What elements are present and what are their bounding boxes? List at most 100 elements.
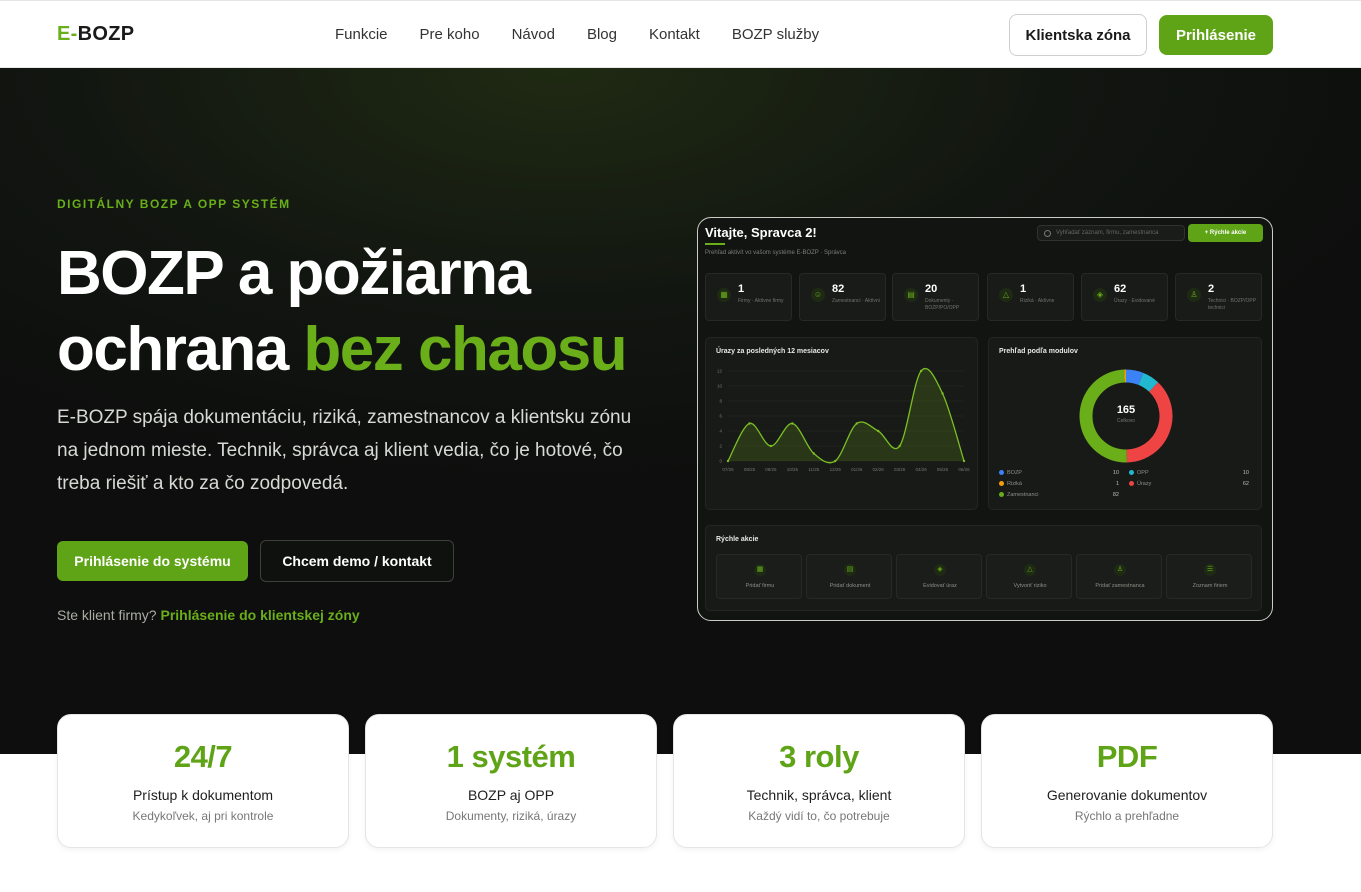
y-tick-label: 0 xyxy=(719,459,722,464)
feature-title: Technik, správca, klient xyxy=(746,787,892,803)
y-tick-label: 10 xyxy=(717,384,723,389)
nav-links: Funkcie Pre koho Návod Blog Kontakt BOZP… xyxy=(335,26,851,43)
stat-value: 2 xyxy=(1208,283,1215,295)
login-button[interactable]: Prihlásenie xyxy=(1159,15,1273,55)
top-navbar: E-BOZP Funkcie Pre koho Návod Blog Konta… xyxy=(0,0,1361,68)
stat-card-risks[interactable]: △ 1 Riziká · Aktívne xyxy=(987,273,1074,321)
feature-title: BOZP aj OPP xyxy=(467,787,555,803)
feature-subtitle: Dokumenty, riziká, úrazy xyxy=(445,809,577,823)
warning-icon: △ xyxy=(1024,564,1036,576)
nav-link-navod[interactable]: Návod xyxy=(512,26,555,43)
feature-value: 24/7 xyxy=(173,739,233,774)
area-fill xyxy=(728,368,964,463)
quick-actions-button[interactable]: + Rýchle akcie xyxy=(1188,224,1263,242)
x-tick-label: 07/25 xyxy=(722,467,734,472)
legend-item: BOZP 10 xyxy=(999,470,1119,476)
feature-card-pdf: PDF Generovanie dokumentov Rýchlo a preh… xyxy=(981,714,1273,848)
legend-value: 1 xyxy=(1115,481,1119,487)
y-tick-label: 4 xyxy=(719,429,722,434)
client-note-text: Ste klient firmy? xyxy=(57,607,157,623)
x-tick-label: 02/26 xyxy=(873,467,885,472)
stat-value: 82 xyxy=(832,283,845,295)
stat-value: 1 xyxy=(1020,283,1027,295)
x-tick-label: 11/25 xyxy=(808,467,819,472)
user-icon: ♙ xyxy=(1114,564,1126,576)
legend-value: 82 xyxy=(1112,492,1119,498)
nav-link-bozp-sluzby[interactable]: BOZP služby xyxy=(732,26,819,43)
legend-dot xyxy=(1129,470,1134,476)
stat-label: Dokumenty · BOZP/PO/OPP xyxy=(925,298,960,311)
stat-card-documents[interactable]: ▤ 20 Dokumenty · BOZP/PO/OPP xyxy=(892,273,979,321)
data-point xyxy=(898,444,901,448)
hero-section: DIGITÁLNY BOZP A OPP SYSTÉM BOZP a požia… xyxy=(0,68,1361,754)
quick-action-label: Evidovať úraz xyxy=(923,583,957,589)
user-icon: ♙ xyxy=(1187,288,1201,302)
legend-item: Riziká 1 xyxy=(999,481,1119,487)
building-icon: ▦ xyxy=(754,564,766,576)
x-tick-label: 03/26 xyxy=(894,467,906,472)
legend-item: OPP 10 xyxy=(1129,470,1249,476)
data-point xyxy=(834,459,837,463)
quick-action-label: Vytvoriť riziko xyxy=(1013,583,1047,589)
quick-action-label: Pridať dokument xyxy=(829,583,871,589)
feature-subtitle: Rýchlo a prehľadne xyxy=(1074,809,1180,823)
quick-action-record-injury[interactable]: ◈ Evidovať úraz xyxy=(896,554,982,599)
client-zone-link[interactable]: Prihlásenie do klientskej zóny xyxy=(160,607,359,623)
donut-slice xyxy=(1138,372,1159,392)
logo[interactable]: E-BOZP xyxy=(57,23,134,46)
data-point xyxy=(812,452,816,455)
stat-value: 1 xyxy=(738,283,745,295)
legend-label: Zamestnanci xyxy=(1007,492,1039,498)
donut-total-label: Celkovo xyxy=(1116,418,1136,424)
shield-icon: ◈ xyxy=(1093,288,1107,302)
hero-title-line2: ochrana xyxy=(57,315,304,384)
nav-link-funkcie[interactable]: Funkcie xyxy=(335,26,388,43)
stat-label: Technici · BOZP/OPP technici xyxy=(1208,298,1256,311)
quick-action-create-risk[interactable]: △ Vytvoriť riziko xyxy=(986,554,1072,599)
x-tick-label: 06/26 xyxy=(958,467,970,472)
dashboard-subtitle: Prehľad aktivít vo vašom systéme E-BOZP … xyxy=(705,250,847,256)
x-tick-label: 10/25 xyxy=(787,467,799,472)
hero-title-accent: bez chaosu xyxy=(303,315,627,384)
dashboard-preview: Vitajte, Spravca 2! Prehľad aktivít vo v… xyxy=(697,217,1273,621)
people-icon: ☺ xyxy=(811,288,825,302)
quick-action-label: Pridať firmu xyxy=(745,583,775,589)
system-login-button[interactable]: Prihlásenie do systému xyxy=(57,541,248,581)
stat-card-technicians[interactable]: ♙ 2 Technici · BOZP/OPP technici xyxy=(1175,273,1262,321)
stat-card-employees[interactable]: ☺ 82 Zamestnanci · Aktívni xyxy=(799,273,886,321)
legend-item: Zamestnanci 82 xyxy=(999,492,1119,498)
quick-action-add-employee[interactable]: ♙ Pridať zamestnanca xyxy=(1076,554,1162,599)
dashboard-title: Vitajte, Spravca 2! xyxy=(705,225,817,240)
stat-value: 62 xyxy=(1114,283,1127,295)
legend-value: 10 xyxy=(1112,470,1119,476)
x-tick-label: 12/25 xyxy=(830,467,842,472)
stat-card-firms[interactable]: ▦ 1 Firmy · Aktívne firmy xyxy=(705,273,792,321)
feature-card-system: 1 systém BOZP aj OPP Dokumenty, riziká, … xyxy=(365,714,657,848)
client-zone-button[interactable]: Klientska zóna xyxy=(1009,14,1147,56)
nav-link-pre-koho[interactable]: Pre koho xyxy=(420,26,480,43)
injury-area-chart: 0 2 4 6 8 10 12 07/25 08/25 09/25 10/25 11/25 12/25 0… xyxy=(717,368,970,472)
document-icon: ▤ xyxy=(844,564,856,576)
demo-contact-button[interactable]: Chcem demo / kontakt xyxy=(260,540,454,582)
nav-link-blog[interactable]: Blog xyxy=(587,26,617,43)
legend-label: Úrazy xyxy=(1137,481,1152,487)
dashboard-search-input[interactable]: Vyhľadať záznam, firmu, zamestnanca xyxy=(1037,225,1185,241)
feature-value: PDF xyxy=(1096,739,1158,774)
quick-action-add-document[interactable]: ▤ Pridať dokument xyxy=(806,554,892,599)
legend-value: 62 xyxy=(1242,481,1249,487)
data-point xyxy=(855,422,858,425)
hero-title-line1: BOZP a požiarna xyxy=(57,239,531,308)
feature-subtitle: Každý vidí to, čo potrebuje xyxy=(748,809,890,823)
legend-label: BOZP xyxy=(1007,470,1022,476)
stat-card-injuries[interactable]: ◈ 62 Úrazy · Evidované xyxy=(1081,273,1168,321)
hero-eyebrow: DIGITÁLNY BOZP A OPP SYSTÉM xyxy=(57,197,291,211)
quick-action-firm-list[interactable]: ☰ Zoznam firiem xyxy=(1166,554,1252,599)
legend-dot xyxy=(999,492,1004,498)
logo-prefix: E- xyxy=(57,23,78,45)
legend-item: Úrazy 62 xyxy=(1129,481,1249,487)
client-note: Ste klient firmy? Prihlásenie do klients… xyxy=(57,607,360,623)
feature-subtitle: Kedykoľvek, aj pri kontrole xyxy=(132,809,274,823)
quick-action-add-firm[interactable]: ▦ Pridať firmu xyxy=(716,554,802,599)
stat-label: Riziká · Aktívne xyxy=(1020,298,1055,304)
nav-link-kontakt[interactable]: Kontakt xyxy=(649,26,700,43)
